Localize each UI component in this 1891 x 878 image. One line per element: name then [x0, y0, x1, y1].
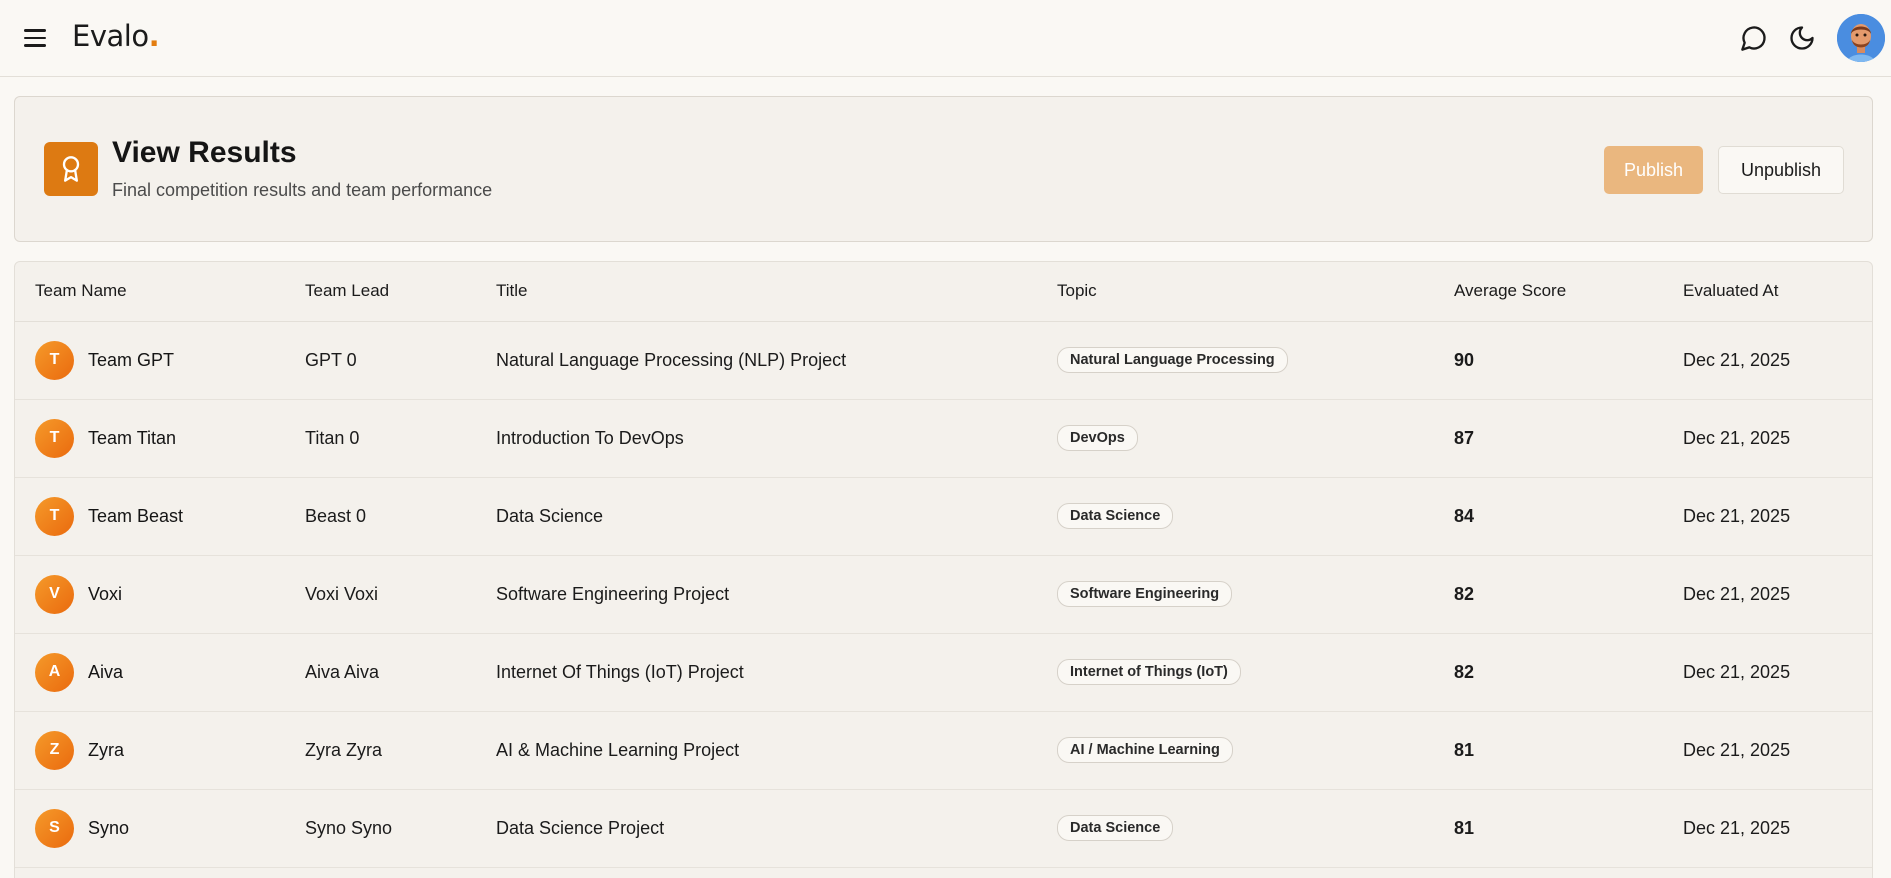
brand-name: Evalo: [72, 19, 149, 53]
column-header-topic[interactable]: Topic: [1037, 262, 1434, 322]
table-row[interactable]: A Aiva Aiva Aiva Internet Of Things (IoT)…: [15, 633, 1872, 712]
column-header-title[interactable]: Title: [476, 262, 1037, 322]
team-avatar: T: [35, 340, 74, 380]
team-lead: Voxi Voxi: [285, 555, 476, 634]
team-avatar: S: [35, 808, 74, 848]
team-name: Team Beast: [88, 505, 184, 526]
topic-badge: Natural Language Processing: [1057, 347, 1288, 373]
team-name: Zyra: [88, 739, 124, 760]
evaluated-date: Dec 21, 2025: [1663, 321, 1872, 400]
project-title: Data Science Project: [476, 789, 1037, 868]
project-title: Data Science: [476, 477, 1037, 556]
project-title: Natural Language Processing (NLP) Projec…: [476, 321, 1037, 400]
team-lead: Syno Syno: [285, 789, 476, 868]
project-title: AI & Machine Learning Project: [476, 711, 1037, 790]
evaluated-date: Dec 21, 2025: [1663, 555, 1872, 634]
menu-icon[interactable]: [24, 24, 52, 52]
project-title: Introduction To DevOps: [476, 399, 1037, 478]
evaluated-date: Dec 21, 2025: [1663, 711, 1872, 790]
team-name: Aiva: [88, 661, 124, 682]
table-row[interactable]: V Voxi Voxi Voxi Software Engineering Pro…: [15, 555, 1872, 634]
table-row[interactable]: T Team Beast Beast 0 Data Science Data Sc…: [15, 477, 1872, 556]
average-score: 84: [1434, 477, 1663, 556]
user-avatar[interactable]: [1837, 14, 1885, 62]
moon-icon[interactable]: [1788, 24, 1816, 52]
column-header-average-score[interactable]: Average Score: [1434, 262, 1663, 322]
results-header-card: View Results Final competition results a…: [14, 96, 1873, 242]
average-score: 81: [1434, 789, 1663, 868]
top-navbar: Evalo.: [0, 0, 1891, 77]
average-score: 87: [1434, 399, 1663, 478]
evaluated-date: Dec 21, 2025: [1663, 399, 1872, 478]
team-avatar: T: [35, 496, 74, 536]
award-icon: [44, 142, 98, 196]
average-score: 82: [1434, 555, 1663, 634]
team-name: Syno: [88, 817, 130, 838]
unpublish-button[interactable]: Unpublish: [1718, 146, 1844, 194]
average-score: 90: [1434, 321, 1663, 400]
publish-button[interactable]: Publish: [1604, 146, 1703, 194]
page-title: View Results: [112, 136, 297, 169]
column-header-team-lead[interactable]: Team Lead: [285, 262, 476, 322]
team-name: Team GPT: [88, 349, 175, 370]
table-row[interactable]: T Team GPT GPT 0 Natural Language Process…: [15, 321, 1872, 400]
team-name: Voxi: [88, 583, 123, 604]
evaluated-date: Dec 21, 2025: [1663, 789, 1872, 868]
table-row[interactable]: Z Zyra Zyra Zyra AI & Machine Learning Pr…: [15, 711, 1872, 790]
average-score: 82: [1434, 633, 1663, 712]
team-avatar: V: [35, 574, 74, 614]
team-lead: Zyra Zyra: [285, 711, 476, 790]
team-lead: Beast 0: [285, 477, 476, 556]
team-lead: GPT 0: [285, 321, 476, 400]
topic-badge: Software Engineering: [1057, 581, 1233, 607]
column-header-evaluated-at[interactable]: Evaluated At: [1663, 262, 1872, 322]
column-header-team-name[interactable]: Team Name: [15, 262, 285, 322]
team-lead: Titan 0: [285, 399, 476, 478]
topic-badge: AI / Machine Learning: [1057, 737, 1233, 763]
table-header-row: Team Name Team Lead Title Topic Average …: [15, 262, 1872, 322]
page-subtitle: Final competition results and team perfo…: [112, 180, 493, 200]
evaluated-date: Dec 21, 2025: [1663, 633, 1872, 712]
results-table: Team Name Team Lead Title Topic Average …: [15, 262, 1872, 868]
topic-badge: Data Science: [1057, 815, 1174, 841]
brand-logo[interactable]: Evalo.: [72, 19, 160, 53]
team-avatar: A: [35, 652, 74, 692]
chat-icon[interactable]: [1740, 24, 1768, 52]
results-table-card: Team Name Team Lead Title Topic Average …: [14, 261, 1873, 878]
table-row[interactable]: T Team Titan Titan 0 Introduction To DevO…: [15, 399, 1872, 478]
team-avatar: T: [35, 418, 74, 458]
topic-badge: DevOps: [1057, 425, 1138, 451]
brand-dot: .: [148, 19, 160, 53]
average-score: 81: [1434, 711, 1663, 790]
topic-badge: Data Science: [1057, 503, 1174, 529]
project-title: Software Engineering Project: [476, 555, 1037, 634]
evaluated-date: Dec 21, 2025: [1663, 477, 1872, 556]
team-name: Team Titan: [88, 427, 177, 448]
project-title: Internet Of Things (IoT) Project: [476, 633, 1037, 712]
team-lead: Aiva Aiva: [285, 633, 476, 712]
team-avatar: Z: [35, 730, 74, 770]
table-row[interactable]: S Syno Syno Syno Data Science Project Dat…: [15, 789, 1872, 868]
topic-badge: Internet of Things (IoT): [1057, 659, 1241, 685]
